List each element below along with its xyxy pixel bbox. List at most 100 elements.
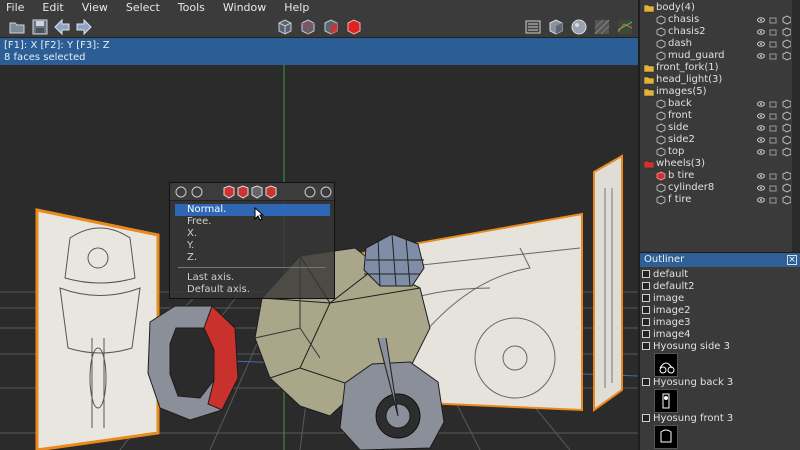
cube-icon[interactable] xyxy=(656,135,666,145)
close-icon[interactable]: × xyxy=(787,255,797,265)
cube-all-icon[interactable] xyxy=(265,185,277,199)
tree-item[interactable]: head_light(3) xyxy=(640,74,792,86)
arrow-right-icon[interactable] xyxy=(75,18,93,36)
cube-icon[interactable] xyxy=(656,183,666,193)
magnet-icon[interactable] xyxy=(304,186,316,198)
tree-item[interactable]: chasis xyxy=(640,14,792,26)
tree-item[interactable]: b tire xyxy=(640,170,792,182)
lock-icon[interactable] xyxy=(769,29,777,36)
lock-icon[interactable] xyxy=(769,53,777,60)
tree-item[interactable]: back xyxy=(640,98,792,110)
tree-scrollbar[interactable] xyxy=(792,0,800,252)
tree-item[interactable]: mud_guard xyxy=(640,50,792,62)
tree-item[interactable]: wheels(3) xyxy=(640,158,792,170)
render-icon[interactable] xyxy=(782,111,791,121)
rotate-left-icon[interactable] xyxy=(175,186,187,198)
tree-item[interactable]: front_fork(1) xyxy=(640,62,792,74)
outliner-item[interactable]: image2 xyxy=(642,305,691,317)
lock-icon[interactable] xyxy=(769,125,777,132)
lock-icon[interactable] xyxy=(769,101,777,108)
outliner-image-item[interactable]: Hyosung back 3 xyxy=(642,377,733,389)
render-icon[interactable] xyxy=(782,15,791,25)
cube-icon[interactable] xyxy=(656,171,666,181)
outliner-item[interactable]: image4 xyxy=(642,329,691,341)
axis-option-z[interactable]: Z. xyxy=(187,252,197,264)
save-icon[interactable] xyxy=(31,18,49,36)
cube-icon[interactable] xyxy=(656,27,666,37)
cube-icon[interactable] xyxy=(656,123,666,133)
cube-view-2-icon[interactable] xyxy=(299,18,317,36)
menu-help[interactable]: Help xyxy=(275,0,318,16)
tree-item[interactable]: f tire xyxy=(640,194,792,206)
tree-item[interactable]: images(5) xyxy=(640,86,792,98)
cube-view-1-icon[interactable] xyxy=(276,18,294,36)
cube-icon[interactable] xyxy=(656,147,666,157)
tree-item[interactable]: chasis2 xyxy=(640,26,792,38)
axis-option-y[interactable]: Y. xyxy=(187,240,194,252)
cube-icon[interactable] xyxy=(656,51,666,61)
axis-option-normal[interactable]: Normal. xyxy=(175,204,330,216)
tree-item[interactable]: side xyxy=(640,122,792,134)
cube-z-icon[interactable] xyxy=(251,185,263,199)
tree-item[interactable]: dash xyxy=(640,38,792,50)
cube-x-icon[interactable] xyxy=(223,185,235,199)
outliner-item[interactable]: image3 xyxy=(642,317,691,329)
menu-select[interactable]: Select xyxy=(117,0,169,16)
axis-option-free[interactable]: Free. xyxy=(187,216,211,228)
cube-icon[interactable] xyxy=(656,99,666,109)
menu-file[interactable]: File xyxy=(0,0,33,16)
cube-icon[interactable] xyxy=(656,15,666,25)
tree-item[interactable]: top xyxy=(640,146,792,158)
folder-icon[interactable] xyxy=(644,159,654,169)
menu-edit[interactable]: Edit xyxy=(33,0,72,16)
outliner-item[interactable]: default2 xyxy=(642,281,695,293)
render-icon[interactable] xyxy=(782,27,791,37)
menu-window[interactable]: Window xyxy=(214,0,275,16)
arrow-left-icon[interactable] xyxy=(53,18,71,36)
folder-icon[interactable] xyxy=(644,75,654,85)
folder-icon[interactable] xyxy=(644,63,654,73)
folder-icon[interactable] xyxy=(644,3,654,13)
render-icon[interactable] xyxy=(782,147,791,157)
lock-icon[interactable] xyxy=(769,173,777,180)
tree-item[interactable]: cylinder8 xyxy=(640,182,792,194)
tree-item[interactable]: side2 xyxy=(640,134,792,146)
axis-option-default[interactable]: Default axis. xyxy=(187,284,250,296)
lock-icon[interactable] xyxy=(769,137,777,144)
panel-layout-icon[interactable] xyxy=(524,18,542,36)
axis-option-x[interactable]: X. xyxy=(187,228,197,240)
lock-icon[interactable] xyxy=(769,197,777,204)
lock-icon[interactable] xyxy=(769,185,777,192)
cube-y-icon[interactable] xyxy=(237,185,249,199)
render-icon[interactable] xyxy=(782,135,791,145)
render-icon[interactable] xyxy=(782,99,791,109)
cube-icon[interactable] xyxy=(656,111,666,121)
render-icon[interactable] xyxy=(782,183,791,193)
render-icon[interactable] xyxy=(782,123,791,133)
texture-view-icon[interactable] xyxy=(593,18,611,36)
render-icon[interactable] xyxy=(782,195,791,205)
sphere-shaded-icon[interactable] xyxy=(570,18,588,36)
pin-icon[interactable] xyxy=(320,186,332,198)
lock-icon[interactable] xyxy=(769,149,777,156)
cube-solid-red-icon[interactable] xyxy=(345,18,363,36)
uv-view-icon[interactable] xyxy=(616,18,634,36)
folder-icon[interactable] xyxy=(644,87,654,97)
cube-shaded-icon[interactable] xyxy=(547,18,565,36)
tree-item[interactable]: front xyxy=(640,110,792,122)
outliner-image-item[interactable]: Hyosung side 3 xyxy=(642,341,730,353)
lock-icon[interactable] xyxy=(769,113,777,120)
cube-view-3-icon[interactable] xyxy=(322,18,340,36)
axis-option-last[interactable]: Last axis. xyxy=(187,272,234,284)
menu-view[interactable]: View xyxy=(73,0,117,16)
menu-tools[interactable]: Tools xyxy=(169,0,214,16)
outliner-item[interactable]: image xyxy=(642,293,684,305)
outliner-item[interactable]: default xyxy=(642,269,688,281)
folder-icon[interactable] xyxy=(8,18,26,36)
cube-icon[interactable] xyxy=(656,195,666,205)
render-icon[interactable] xyxy=(782,51,791,61)
tree-item[interactable]: body(4) xyxy=(640,2,792,14)
lock-icon[interactable] xyxy=(769,17,777,24)
cube-icon[interactable] xyxy=(656,39,666,49)
lock-icon[interactable] xyxy=(769,41,777,48)
